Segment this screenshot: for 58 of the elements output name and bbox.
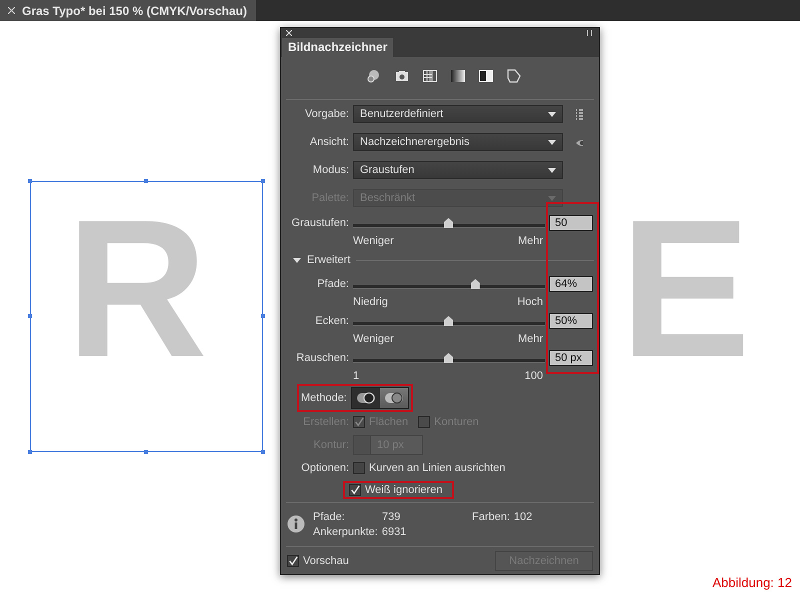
field-label: Pfade:	[316, 278, 349, 290]
checkbox[interactable]	[353, 462, 365, 474]
field-label: Vorgabe:	[304, 108, 349, 120]
value-field[interactable]: 50%	[549, 313, 593, 329]
menu-icon[interactable]	[575, 107, 583, 121]
grid-icon[interactable]	[422, 68, 438, 84]
stat-value: 6931	[382, 526, 406, 538]
scale-label: 1	[353, 369, 360, 383]
scale-label: Hoch	[517, 295, 543, 309]
toggle-icon	[356, 390, 376, 404]
scale-label: Niedrig	[353, 295, 388, 309]
figure-caption: Abbildung: 12	[712, 575, 792, 590]
checkbox[interactable]	[349, 484, 361, 496]
method-button[interactable]	[380, 388, 408, 408]
stat-label: Ankerpunkte:	[313, 526, 378, 538]
scale-label: Weniger	[353, 332, 394, 346]
value-field[interactable]: 50 px	[549, 350, 593, 366]
stat-label: Farben:	[472, 510, 510, 522]
info-icon[interactable]	[287, 515, 305, 533]
close-icon[interactable]	[286, 30, 292, 36]
scale-label: 100	[524, 369, 543, 383]
checkbox-label: Kurven an Linien ausrichten	[369, 462, 506, 474]
stat-value: 102	[514, 510, 532, 522]
gradient-icon[interactable]	[450, 68, 466, 84]
field-label: Graustufen:	[290, 217, 349, 229]
section-label[interactable]: Erweitert	[307, 254, 350, 266]
stat-label: Pfade:	[313, 510, 346, 522]
field-label: Methode:	[301, 392, 347, 404]
field-label: Optionen:	[300, 462, 349, 474]
value-field[interactable]: 64%	[549, 276, 593, 292]
dropdown[interactable]: Nachzeichnerergebnis	[353, 133, 563, 151]
document-tab[interactable]: Gras Typo* bei 150 % (CMYK/Vorschau)	[0, 0, 256, 21]
scale-label: Mehr	[518, 234, 543, 248]
field-label: Ansicht:	[308, 136, 349, 148]
collapse-icon[interactable]	[586, 30, 594, 36]
close-icon[interactable]	[8, 7, 15, 14]
dropdown[interactable]: Graustufen	[353, 161, 563, 179]
panel-tab[interactable]: Bildnachzeichner	[282, 38, 394, 57]
slider-thumb[interactable]	[470, 279, 480, 289]
field-label: Rauschen:	[295, 352, 349, 364]
toggle-icon	[384, 390, 404, 404]
field-label: Ecken:	[314, 315, 349, 327]
camera-icon[interactable]	[394, 68, 410, 84]
scale-label: Mehr	[518, 332, 543, 346]
field-label: Modus:	[312, 164, 349, 176]
value-field[interactable]: 50	[549, 215, 593, 231]
slider-thumb[interactable]	[444, 316, 453, 326]
checkbox[interactable]	[287, 555, 299, 567]
outline-icon[interactable]	[506, 68, 522, 84]
contrast-icon[interactable]	[478, 68, 494, 84]
disclosure-icon[interactable]	[293, 258, 301, 262]
slider-thumb[interactable]	[444, 218, 453, 228]
checkbox-label: Weiß ignorieren	[365, 484, 442, 496]
checkbox-label: Vorschau	[303, 555, 349, 567]
slider-thumb[interactable]	[444, 353, 453, 363]
stat-value: 739	[382, 510, 402, 522]
scale-label: Weniger	[353, 234, 394, 248]
dropdown[interactable]: Benutzerdefiniert	[353, 105, 563, 123]
